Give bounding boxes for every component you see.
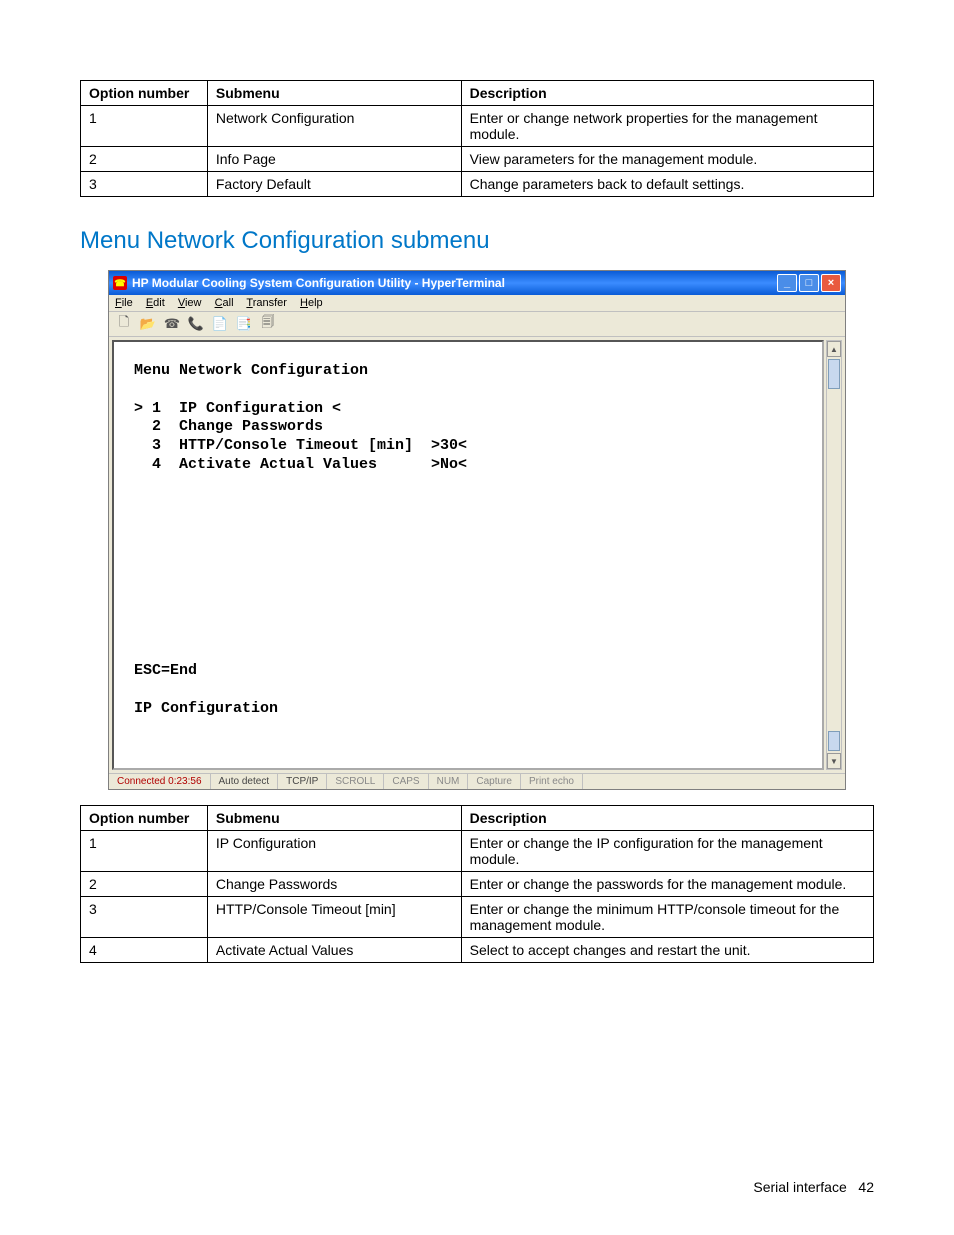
titlebar[interactable]: ☎ HP Modular Cooling System Configuratio… [109, 271, 845, 295]
th-submenu: Submenu [207, 806, 461, 831]
scrollbar[interactable]: ▲ ▼ [826, 340, 842, 770]
new-icon[interactable]: 🗋 [115, 315, 133, 333]
section-heading: Menu Network Configuration submenu [80, 227, 874, 255]
cell-submenu: HTTP/Console Timeout [min] [207, 897, 461, 938]
cell-option: 2 [81, 147, 208, 172]
app-icon: ☎ [113, 276, 127, 290]
cell-option: 2 [81, 872, 208, 897]
th-option-number: Option number [81, 806, 208, 831]
options-table-2: Option number Submenu Description 1 IP C… [80, 805, 874, 963]
menu-file[interactable]: File [115, 297, 133, 309]
cell-desc: Enter or change the IP configuration for… [461, 831, 873, 872]
page-footer: Serial interface 42 [753, 1179, 874, 1195]
cell-option: 3 [81, 172, 208, 197]
th-option-number: Option number [81, 81, 208, 106]
toolbar: 🗋 📂 ☎ 📞 📄 📑 🗐 [109, 311, 845, 337]
status-scroll: SCROLL [327, 774, 384, 789]
cell-option: 1 [81, 831, 208, 872]
hyperterminal-window: ☎ HP Modular Cooling System Configuratio… [108, 270, 846, 790]
status-proto: TCP/IP [278, 774, 327, 789]
cell-submenu: IP Configuration [207, 831, 461, 872]
window-title: HP Modular Cooling System Configuration … [132, 276, 505, 290]
status-auto: Auto detect [211, 774, 279, 789]
scroll-down-icon[interactable]: ▼ [827, 753, 841, 769]
th-submenu: Submenu [207, 81, 461, 106]
table-row: 4 Activate Actual Values Select to accep… [81, 938, 874, 963]
cell-desc: Enter or change network properties for t… [461, 106, 873, 147]
status-caps: CAPS [384, 774, 428, 789]
cell-submenu: Info Page [207, 147, 461, 172]
cell-submenu: Network Configuration [207, 106, 461, 147]
menu-call[interactable]: Call [215, 297, 234, 309]
cell-desc: Change parameters back to default settin… [461, 172, 873, 197]
connect-icon[interactable]: ☎ [163, 315, 181, 333]
terminal-output[interactable]: Menu Network Configuration > 1 IP Config… [112, 340, 824, 770]
statusbar: Connected 0:23:56 Auto detect TCP/IP SCR… [109, 773, 845, 789]
menu-transfer[interactable]: Transfer [246, 297, 287, 309]
scroll-thumb[interactable] [828, 359, 840, 389]
table-row: 2 Info Page View parameters for the mana… [81, 147, 874, 172]
table-row: 2 Change Passwords Enter or change the p… [81, 872, 874, 897]
scroll-thumb[interactable] [828, 731, 840, 751]
menubar: File Edit View Call Transfer Help [109, 295, 845, 311]
scroll-up-icon[interactable]: ▲ [827, 341, 841, 357]
table-row: 1 Network Configuration Enter or change … [81, 106, 874, 147]
cell-desc: Enter or change the minimum HTTP/console… [461, 897, 873, 938]
th-description: Description [461, 806, 873, 831]
open-icon[interactable]: 📂 [139, 315, 157, 333]
status-connected: Connected 0:23:56 [109, 774, 211, 789]
menu-view[interactable]: View [178, 297, 202, 309]
send-icon[interactable]: 📄 [211, 315, 229, 333]
table-row: 1 IP Configuration Enter or change the I… [81, 831, 874, 872]
table-row: 3 Factory Default Change parameters back… [81, 172, 874, 197]
footer-text: Serial interface [753, 1179, 846, 1195]
cell-option: 3 [81, 897, 208, 938]
close-button[interactable]: × [821, 274, 841, 292]
receive-icon[interactable]: 📑 [235, 315, 253, 333]
table-row: 3 HTTP/Console Timeout [min] Enter or ch… [81, 897, 874, 938]
status-capture: Capture [468, 774, 521, 789]
properties-icon[interactable]: 🗐 [259, 315, 277, 333]
window-controls: _ □ × [777, 274, 841, 292]
cell-option: 4 [81, 938, 208, 963]
cell-desc: Enter or change the passwords for the ma… [461, 872, 873, 897]
page-number: 42 [858, 1179, 874, 1195]
status-num: NUM [429, 774, 469, 789]
cell-option: 1 [81, 106, 208, 147]
options-table-1: Option number Submenu Description 1 Netw… [80, 80, 874, 197]
cell-submenu: Activate Actual Values [207, 938, 461, 963]
menu-edit[interactable]: Edit [146, 297, 165, 309]
status-echo: Print echo [521, 774, 583, 789]
minimize-button[interactable]: _ [777, 274, 797, 292]
menu-help[interactable]: Help [300, 297, 323, 309]
th-description: Description [461, 81, 873, 106]
disconnect-icon[interactable]: 📞 [187, 315, 205, 333]
cell-desc: View parameters for the management modul… [461, 147, 873, 172]
cell-desc: Select to accept changes and restart the… [461, 938, 873, 963]
cell-submenu: Factory Default [207, 172, 461, 197]
terminal-area: Menu Network Configuration > 1 IP Config… [109, 337, 845, 773]
maximize-button[interactable]: □ [799, 274, 819, 292]
cell-submenu: Change Passwords [207, 872, 461, 897]
